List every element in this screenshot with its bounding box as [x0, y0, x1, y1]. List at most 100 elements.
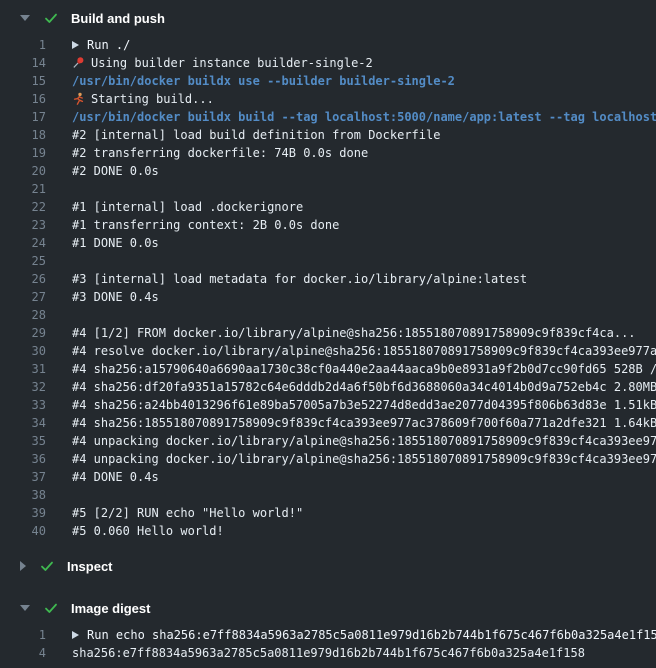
- line-number[interactable]: 16: [0, 90, 46, 108]
- log-text-content: #1 transferring context: 2B 0.0s done: [72, 218, 339, 232]
- line-number[interactable]: 38: [0, 486, 46, 504]
- line-number[interactable]: 15: [0, 72, 46, 90]
- log-text-content: #3 [internal] load metadata for docker.i…: [72, 272, 527, 286]
- play-icon[interactable]: [72, 41, 79, 49]
- line-number[interactable]: 20: [0, 162, 46, 180]
- log-line: 14 Using builder instance builder-single-…: [0, 54, 656, 72]
- log-line: 33#4 sha256:a24bb4013296f61e89ba57005a7b…: [0, 396, 656, 414]
- chevron-right-icon[interactable]: [20, 561, 26, 571]
- line-number[interactable]: 27: [0, 288, 46, 306]
- log-line: 37#4 DONE 0.4s: [0, 468, 656, 486]
- line-number[interactable]: 25: [0, 252, 46, 270]
- line-number[interactable]: 21: [0, 180, 46, 198]
- log-line: 30 #4 resolve docker.io/library/alpine@sh…: [0, 342, 656, 360]
- check-icon: [43, 600, 59, 616]
- chevron-down-icon[interactable]: [20, 605, 30, 611]
- log-text: #4 unpacking docker.io/library/alpine@sh…: [46, 452, 656, 466]
- line-number[interactable]: 34: [0, 414, 46, 432]
- line-number[interactable]: 30: [0, 342, 46, 360]
- log-text: #2 DONE 0.0s: [46, 164, 159, 178]
- log-line: 20 #2 DONE 0.0s: [0, 162, 656, 180]
- section-title: Build and push: [71, 11, 165, 26]
- section-header-image-digest[interactable]: Image digest: [0, 590, 656, 626]
- chevron-down-icon[interactable]: [20, 15, 30, 21]
- log-text-content: Run echo sha256:e7ff8834a5963a2785c5a081…: [87, 628, 656, 642]
- log-line: 16Starting build...: [0, 90, 656, 108]
- line-number[interactable]: 23: [0, 216, 46, 234]
- actions-log-pane: Build and push1Run ./14Using builder ins…: [0, 0, 656, 668]
- log-text: #3 [internal] load metadata for docker.i…: [46, 272, 527, 286]
- log-text-content: Run ./: [87, 38, 130, 52]
- section-log-lines: 1 Run echo sha256:e7ff8834a5963a2785c5a08…: [0, 626, 656, 668]
- log-text: #2 transferring dockerfile: 74B 0.0s don…: [46, 146, 368, 160]
- log-text: /usr/bin/docker buildx build --tag local…: [46, 110, 656, 124]
- log-text: #4 unpacking docker.io/library/alpine@sh…: [46, 434, 656, 448]
- play-icon[interactable]: [72, 631, 79, 639]
- section-log-lines: 1 Run ./ 14 Using builder instance builder-…: [0, 36, 656, 546]
- log-line: 27#3 DONE 0.4s: [0, 288, 656, 306]
- log-text-content: #1 DONE 0.0s: [72, 236, 159, 250]
- log-line: 19 #2 transferring dockerfile: 74B 0.0s d…: [0, 144, 656, 162]
- log-text: #4 [1/2] FROM docker.io/library/alpine@s…: [46, 326, 636, 340]
- log-text-content: #4 resolve docker.io/library/alpine@sha2…: [72, 344, 656, 358]
- line-number[interactable]: 19: [0, 144, 46, 162]
- section-title: Image digest: [71, 601, 150, 616]
- line-number[interactable]: 35: [0, 432, 46, 450]
- log-text: [46, 308, 72, 322]
- log-text: #4 sha256:185518070891758909c9f839cf4ca3…: [46, 416, 656, 430]
- log-line: 38: [0, 486, 656, 504]
- section-header-inspect[interactable]: Inspect: [0, 548, 656, 584]
- log-text: #4 sha256:a24bb4013296f61e89ba57005a7b3e…: [46, 398, 656, 412]
- line-number[interactable]: 1: [0, 36, 46, 54]
- line-number[interactable]: 26: [0, 270, 46, 288]
- log-line: 22#1 [internal] load .dockerignore: [0, 198, 656, 216]
- log-text: #2 [internal] load build definition from…: [46, 128, 440, 142]
- check-icon: [39, 558, 55, 574]
- line-number[interactable]: 31: [0, 360, 46, 378]
- line-number[interactable]: 32: [0, 378, 46, 396]
- line-number[interactable]: 29: [0, 324, 46, 342]
- runner-icon: [72, 92, 85, 105]
- line-number[interactable]: 14: [0, 54, 46, 72]
- line-number[interactable]: 1: [0, 626, 46, 644]
- line-number[interactable]: 18: [0, 126, 46, 144]
- line-number[interactable]: 37: [0, 468, 46, 486]
- log-line: 18 #2 [internal] load build definition fr…: [0, 126, 656, 144]
- line-number[interactable]: 39: [0, 504, 46, 522]
- section-header-build-and-push[interactable]: Build and push: [0, 0, 656, 36]
- log-text-content: #2 [internal] load build definition from…: [72, 128, 440, 142]
- log-line: 21: [0, 180, 656, 198]
- line-number[interactable]: 33: [0, 396, 46, 414]
- line-number[interactable]: 36: [0, 450, 46, 468]
- log-text: #5 0.060 Hello world!: [46, 524, 224, 538]
- log-text: Starting build...: [46, 92, 214, 106]
- log-line: 15/usr/bin/docker buildx use --builder b…: [0, 72, 656, 90]
- line-number[interactable]: 22: [0, 198, 46, 216]
- log-text: #4 sha256:df20fa9351a15782c64e6dddb2d4a6…: [46, 380, 656, 394]
- line-number[interactable]: 17: [0, 108, 46, 126]
- log-text: #1 [internal] load .dockerignore: [46, 200, 303, 214]
- log-line: 40#5 0.060 Hello world!: [0, 522, 656, 540]
- line-number[interactable]: 28: [0, 306, 46, 324]
- log-line: 34#4 sha256:185518070891758909c9f839cf4c…: [0, 414, 656, 432]
- log-text-content: Using builder instance builder-single-2: [91, 56, 373, 70]
- log-text-content: #4 unpacking docker.io/library/alpine@sh…: [72, 434, 656, 448]
- log-text: [46, 254, 72, 268]
- log-text-content: #2 transferring dockerfile: 74B 0.0s don…: [72, 146, 368, 160]
- log-text-content: #4 sha256:a15790640a6690aa1730c38cf0a440…: [72, 362, 656, 376]
- log-line: 39#5 [2/2] RUN echo "Hello world!": [0, 504, 656, 522]
- log-text-content: #2 DONE 0.0s: [72, 164, 159, 178]
- log-text: Using builder instance builder-single-2: [46, 56, 373, 70]
- log-text: #4 sha256:a15790640a6690aa1730c38cf0a440…: [46, 362, 656, 376]
- log-text-content: /usr/bin/docker buildx use --builder bui…: [72, 74, 455, 88]
- log-text: [46, 488, 72, 502]
- log-text: Run echo sha256:e7ff8834a5963a2785c5a081…: [46, 628, 656, 642]
- log-text-content: /usr/bin/docker buildx build --tag local…: [72, 110, 656, 124]
- log-line: 25: [0, 252, 656, 270]
- line-number[interactable]: 24: [0, 234, 46, 252]
- log-line: 35 #4 unpacking docker.io/library/alpine@…: [0, 432, 656, 450]
- line-number[interactable]: 4: [0, 644, 46, 662]
- line-number[interactable]: 40: [0, 522, 46, 540]
- log-line: 1 Run echo sha256:e7ff8834a5963a2785c5a08…: [0, 626, 656, 644]
- pushpin-icon: [72, 56, 85, 69]
